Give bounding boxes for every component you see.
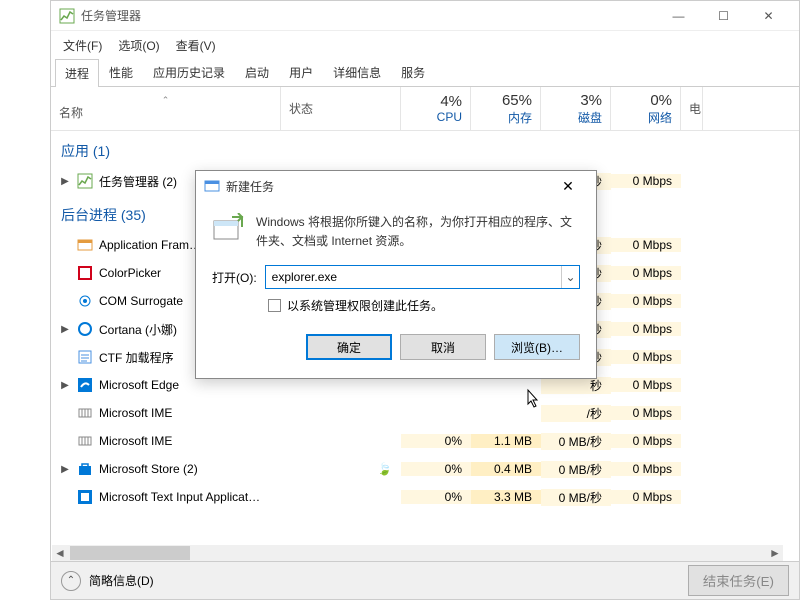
run-dialog: 新建任务 ✕ Windows 将根据你所键入的名称，为你打开相应的程序、文件夹、… — [195, 170, 597, 379]
process-name: Application Fram… — [99, 238, 201, 252]
ime-icon — [77, 405, 93, 421]
column-headers: ⌃ 名称 状态 4%CPU 65%内存 3%磁盘 0%网络 电 — [51, 87, 799, 131]
scroll-right-icon[interactable]: ► — [767, 545, 783, 561]
admin-checkbox-label: 以系统管理权限创建此任务。 — [287, 297, 443, 314]
header-power[interactable]: 电 — [681, 87, 703, 130]
end-task-button[interactable]: 结束任务(E) — [688, 565, 789, 596]
horizontal-scrollbar[interactable]: ◄ ► — [52, 545, 783, 561]
menubar: 文件(F) 选项(O) 查看(V) — [51, 31, 799, 59]
dialog-titlebar[interactable]: 新建任务 ✕ — [196, 171, 596, 201]
dialog-description: Windows 将根据你所键入的名称，为你打开相应的程序、文件夹、文档或 Int… — [256, 213, 580, 251]
process-name: Microsoft IME — [99, 406, 172, 420]
scrollbar-thumb[interactable] — [70, 546, 190, 560]
dropdown-icon[interactable]: ⌄ — [561, 266, 579, 288]
browse-button[interactable]: 浏览(B)… — [494, 334, 580, 360]
footer: ⌃ 简略信息(D) 结束任务(E) — [51, 561, 799, 599]
sort-indicator-icon: ⌃ — [59, 96, 272, 104]
close-button[interactable]: ✕ — [746, 1, 791, 31]
expand-icon[interactable]: ▶ — [59, 324, 71, 335]
store-icon — [77, 461, 93, 477]
titlebar[interactable]: 任务管理器 — ☐ ✕ — [51, 1, 799, 31]
cortana-icon — [77, 321, 93, 337]
menu-options[interactable]: 选项(O) — [110, 33, 167, 58]
process-name: ColorPicker — [99, 266, 161, 280]
app-icon — [77, 349, 93, 365]
tab-processes[interactable]: 进程 — [55, 59, 99, 87]
open-label: 打开(O): — [212, 269, 257, 286]
group-apps: 应用 (1) — [51, 131, 799, 167]
tab-users[interactable]: 用户 — [279, 58, 323, 86]
header-cpu[interactable]: 4%CPU — [401, 87, 471, 130]
menu-file[interactable]: 文件(F) — [55, 33, 110, 58]
gear-icon — [77, 293, 93, 309]
expand-icon[interactable]: ▶ — [59, 464, 71, 475]
cancel-button[interactable]: 取消 — [400, 334, 486, 360]
task-manager-icon — [59, 8, 75, 24]
process-name: Microsoft Store (2) — [99, 462, 198, 476]
process-row[interactable]: Microsoft IME /秒0 Mbps — [51, 399, 799, 427]
minimize-button[interactable]: — — [656, 1, 701, 31]
header-name[interactable]: ⌃ 名称 — [51, 87, 281, 130]
expand-icon[interactable]: ▶ — [59, 380, 71, 391]
admin-checkbox[interactable] — [268, 299, 281, 312]
run-icon — [204, 178, 220, 194]
process-name: Microsoft Text Input Applicat… — [99, 490, 260, 504]
run-large-icon — [212, 213, 246, 247]
process-name: Microsoft Edge — [99, 378, 179, 392]
process-name: CTF 加载程序 — [99, 349, 174, 366]
expand-icon[interactable]: ▶ — [59, 176, 71, 187]
fewer-details-label[interactable]: 简略信息(D) — [89, 572, 154, 589]
maximize-button[interactable]: ☐ — [701, 1, 746, 31]
header-disk[interactable]: 3%磁盘 — [541, 87, 611, 130]
tab-startup[interactable]: 启动 — [235, 58, 279, 86]
window-title: 任务管理器 — [81, 7, 141, 24]
process-name: Microsoft IME — [99, 434, 172, 448]
header-memory[interactable]: 65%内存 — [471, 87, 541, 130]
tab-details[interactable]: 详细信息 — [323, 58, 391, 86]
app-icon — [77, 265, 93, 281]
tab-strip: 进程 性能 应用历史记录 启动 用户 详细信息 服务 — [51, 59, 799, 87]
process-name: 任务管理器 (2) — [99, 173, 177, 190]
header-status[interactable]: 状态 — [281, 87, 401, 130]
leaf-icon: 🍃 — [281, 462, 401, 476]
dialog-close-button[interactable]: ✕ — [548, 172, 588, 200]
scroll-left-icon[interactable]: ◄ — [52, 545, 68, 561]
menu-view[interactable]: 查看(V) — [168, 33, 224, 58]
fewer-details-toggle[interactable]: ⌃ — [61, 571, 81, 591]
dialog-title: 新建任务 — [226, 178, 274, 195]
header-network[interactable]: 0%网络 — [611, 87, 681, 130]
ok-button[interactable]: 确定 — [306, 334, 392, 360]
ime-icon — [77, 433, 93, 449]
process-row[interactable]: Microsoft IME 0%1.1 MB0 MB/秒0 Mbps — [51, 427, 799, 455]
task-manager-icon — [77, 173, 93, 189]
process-row[interactable]: Microsoft Text Input Applicat… 0%3.3 MB0… — [51, 483, 799, 511]
tab-performance[interactable]: 性能 — [99, 58, 143, 86]
app-icon — [77, 237, 93, 253]
app-icon — [77, 489, 93, 505]
process-row[interactable]: ▶Microsoft Store (2) 🍃0%0.4 MB0 MB/秒0 Mb… — [51, 455, 799, 483]
open-input[interactable] — [266, 266, 561, 288]
tab-app-history[interactable]: 应用历史记录 — [143, 58, 235, 86]
open-combobox[interactable]: ⌄ — [265, 265, 580, 289]
edge-icon — [77, 377, 93, 393]
process-name: COM Surrogate — [99, 294, 183, 308]
tab-services[interactable]: 服务 — [391, 58, 435, 86]
process-name: Cortana (小娜) — [99, 321, 177, 338]
